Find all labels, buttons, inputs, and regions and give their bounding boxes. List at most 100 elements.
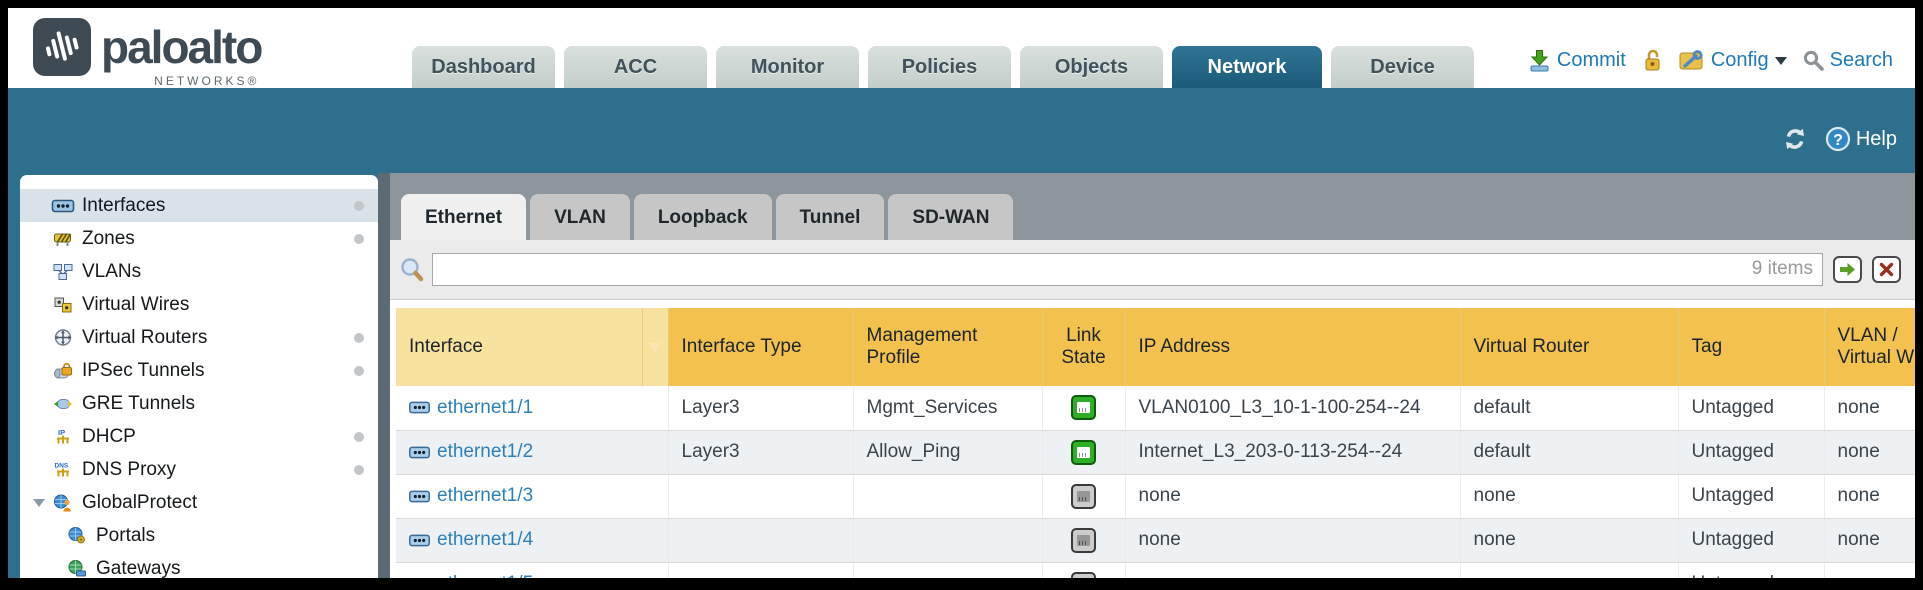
expander-down-icon[interactable] — [33, 499, 45, 513]
ipsec-tunnels-icon — [50, 362, 76, 379]
link-state-icon — [1071, 572, 1096, 579]
help-button[interactable]: ? Help — [1825, 126, 1897, 152]
sidebar-item-label: Gateways — [96, 558, 180, 579]
subtab-sdwan[interactable]: SD-WAN — [888, 194, 1013, 240]
virtual-routers-icon — [50, 329, 76, 346]
sidebar-item-virtual-wires[interactable]: Virtual Wires — [20, 288, 378, 321]
subtab-vlan[interactable]: VLAN — [530, 194, 630, 240]
apply-filter-button[interactable] — [1833, 256, 1862, 283]
sidebar-item-label: Zones — [82, 228, 135, 250]
commit-label: Commit — [1557, 49, 1626, 72]
sort-dropdown[interactable] — [642, 308, 668, 386]
column-header-ip-address[interactable]: IP Address — [1125, 308, 1460, 386]
table-row[interactable]: ethernet1/1 Layer3 Mgmt_Services VLAN010… — [396, 386, 1915, 430]
dns-proxy-icon: DNS — [50, 461, 76, 478]
config-wrench-icon — [1679, 49, 1705, 72]
sidebar-item-label: IPSec Tunnels — [82, 360, 205, 382]
tab-policies[interactable]: Policies — [868, 46, 1011, 88]
brand-name: paloalto — [101, 18, 261, 76]
config-dropdown[interactable]: Config — [1679, 49, 1787, 72]
config-label: Config — [1711, 49, 1769, 72]
sidebar-item-gre-tunnels[interactable]: GRE Tunnels — [20, 387, 378, 420]
column-header-management-profile[interactable]: Management Profile — [853, 308, 1042, 386]
column-header-tag[interactable]: Tag — [1678, 308, 1824, 386]
tab-objects[interactable]: Objects — [1020, 46, 1163, 88]
svg-text:?: ? — [1833, 132, 1843, 149]
sidebar-item-dns-proxy[interactable]: DNS DNS Proxy — [20, 453, 378, 486]
subtab-ethernet[interactable]: Ethernet — [401, 194, 526, 240]
lock-icon — [1642, 49, 1663, 72]
sidebar-item-label: VLANs — [82, 261, 141, 283]
search-label: Search — [1830, 49, 1893, 72]
sidebar-item-zones[interactable]: Zones — [20, 222, 378, 255]
main-content: Ethernet VLAN Loopback Tunnel SD-WAN 9 i… — [390, 173, 1915, 578]
zones-icon — [50, 231, 76, 247]
ethernet-interface-icon — [409, 490, 430, 503]
interface-link[interactable]: ethernet1/1 — [437, 397, 533, 419]
globalprotect-icon — [50, 494, 76, 512]
virtual-wires-icon — [50, 297, 76, 313]
commit-button[interactable]: Commit — [1528, 49, 1626, 72]
sidebar-item-vlans[interactable]: VLANs — [20, 255, 378, 288]
column-header-link-state[interactable]: Link State — [1042, 308, 1125, 386]
search-icon — [1803, 50, 1824, 71]
sidebar-item-label: GRE Tunnels — [82, 393, 195, 415]
interface-link[interactable]: ethernet1/3 — [437, 485, 533, 507]
main-nav-tabs: Dashboard ACC Monitor Policies Objects N… — [412, 46, 1474, 88]
sidebar-item-gateways[interactable]: Gateways — [20, 552, 378, 578]
column-header-vlan-virtual-wire[interactable]: VLAN / Virtual Wire — [1824, 308, 1915, 386]
tab-device[interactable]: Device — [1331, 46, 1474, 88]
ethernet-interface-icon — [409, 401, 430, 414]
ethernet-interface-icon — [409, 534, 430, 547]
filter-bar: 9 items — [390, 240, 1915, 300]
table-row[interactable]: ethernet1/5 none none Untagged none — [396, 562, 1915, 578]
interface-link[interactable]: ethernet1/5 — [437, 573, 533, 578]
tab-monitor[interactable]: Monitor — [716, 46, 859, 88]
svg-text:IP: IP — [58, 428, 65, 437]
lock-button[interactable] — [1642, 49, 1663, 72]
column-header-interface[interactable]: Interface — [396, 308, 668, 386]
column-header-virtual-router[interactable]: Virtual Router — [1460, 308, 1678, 386]
ethernet-interface-icon — [409, 578, 430, 579]
link-state-icon — [1071, 484, 1096, 509]
filter-input[interactable] — [432, 253, 1823, 286]
subtab-tunnel[interactable]: Tunnel — [776, 194, 885, 240]
content-header-band: ? Help — [1781, 126, 1897, 152]
tab-network[interactable]: Network — [1172, 46, 1322, 88]
paloalto-logo-mark — [33, 18, 91, 76]
status-dot — [354, 432, 364, 442]
sidebar-item-portals[interactable]: Portals — [20, 519, 378, 552]
sidebar-item-virtual-routers[interactable]: Virtual Routers — [20, 321, 378, 354]
tab-acc[interactable]: ACC — [564, 46, 707, 88]
top-utilities: Commit Config — [1528, 49, 1893, 72]
sidebar-item-label: DNS Proxy — [82, 459, 176, 481]
interface-link[interactable]: ethernet1/2 — [437, 441, 533, 463]
subtab-loopback[interactable]: Loopback — [634, 194, 772, 240]
interface-link[interactable]: ethernet1/4 — [437, 529, 533, 551]
table-row[interactable]: ethernet1/3 none none Untagged none — [396, 474, 1915, 518]
refresh-icon[interactable] — [1781, 127, 1809, 151]
dhcp-icon: IP — [50, 428, 76, 445]
status-dot — [354, 234, 364, 244]
sidebar-item-interfaces[interactable]: Interfaces — [20, 189, 378, 222]
link-state-icon — [1071, 528, 1096, 553]
clear-filter-button[interactable] — [1872, 256, 1901, 283]
sidebar-item-ipsec-tunnels[interactable]: IPSec Tunnels — [20, 354, 378, 387]
sidebar-item-globalprotect[interactable]: GlobalProtect — [20, 486, 378, 519]
search-button[interactable]: Search — [1803, 49, 1893, 72]
top-bar: paloalto NETWORKS® Dashboard ACC Monitor… — [8, 8, 1915, 88]
green-arrow-icon — [1839, 262, 1856, 277]
status-dot — [354, 465, 364, 475]
table-row[interactable]: ethernet1/2 Layer3 Allow_Ping Internet_L… — [396, 430, 1915, 474]
table-row[interactable]: ethernet1/4 none none Untagged none — [396, 518, 1915, 562]
sidebar-item-dhcp[interactable]: IP DHCP — [20, 420, 378, 453]
help-label: Help — [1856, 128, 1897, 151]
column-header-interface-type[interactable]: Interface Type — [668, 308, 853, 386]
help-icon: ? — [1825, 126, 1851, 152]
paloalto-logo: paloalto NETWORKS® — [33, 18, 261, 76]
gateways-icon — [64, 560, 90, 577]
tab-dashboard[interactable]: Dashboard — [412, 46, 555, 88]
status-dot — [354, 333, 364, 343]
sidebar-item-label: GlobalProtect — [82, 492, 197, 514]
link-state-icon — [1071, 440, 1096, 465]
